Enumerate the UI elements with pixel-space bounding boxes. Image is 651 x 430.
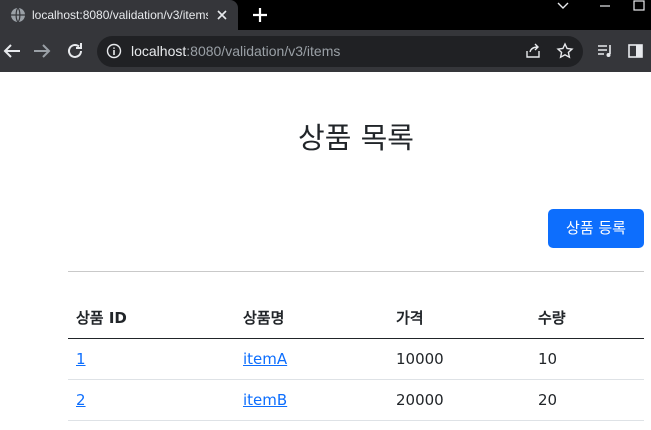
divider bbox=[68, 271, 644, 272]
close-icon[interactable] bbox=[214, 7, 230, 23]
column-header-quantity: 수량 bbox=[530, 297, 644, 339]
reading-list-icon[interactable] bbox=[596, 42, 614, 60]
item-id-link[interactable]: 2 bbox=[76, 391, 86, 409]
share-icon[interactable] bbox=[524, 42, 542, 60]
globe-icon bbox=[11, 7, 25, 23]
cell-quantity: 10 bbox=[530, 338, 644, 380]
add-item-button[interactable]: 상품 등록 bbox=[548, 209, 644, 248]
page-title: 상품 목록 bbox=[298, 121, 414, 155]
column-header-price: 가격 bbox=[388, 297, 530, 339]
cell-id: 2 bbox=[68, 379, 235, 421]
table-row: 2 itemB 20000 20 bbox=[68, 379, 644, 421]
maximize-icon[interactable] bbox=[632, 0, 646, 12]
reload-icon[interactable] bbox=[63, 39, 87, 63]
table-header-row: 상품 ID 상품명 가격 수량 bbox=[68, 297, 644, 339]
back-arrow-icon[interactable] bbox=[0, 39, 24, 63]
side-panel-icon[interactable] bbox=[627, 42, 645, 60]
items-table: 상품 ID 상품명 가격 수량 1 itemA 10000 10 2 itemB… bbox=[68, 297, 644, 421]
star-icon[interactable] bbox=[556, 42, 574, 60]
minimize-icon[interactable] bbox=[598, 0, 612, 12]
cell-name: itemB bbox=[235, 379, 388, 421]
url-text[interactable]: localhost:8080/validation/v3/items bbox=[131, 43, 340, 59]
tab-strip: localhost:8080/validation/v3/items bbox=[0, 0, 651, 30]
item-name-link[interactable]: itemB bbox=[243, 391, 287, 409]
url-path: :8080/validation/v3/items bbox=[186, 43, 341, 59]
plus-icon[interactable] bbox=[250, 5, 270, 25]
chevron-down-icon[interactable] bbox=[556, 0, 570, 12]
cell-name: itemA bbox=[235, 338, 388, 380]
column-header-name: 상품명 bbox=[235, 297, 388, 339]
info-icon[interactable] bbox=[106, 43, 122, 59]
cell-id: 1 bbox=[68, 338, 235, 380]
tab-title: localhost:8080/validation/v3/items bbox=[32, 8, 208, 22]
column-header-id: 상품 ID bbox=[68, 297, 235, 339]
item-id-link[interactable]: 1 bbox=[76, 350, 86, 368]
item-name-link[interactable]: itemA bbox=[243, 350, 287, 368]
table-row: 1 itemA 10000 10 bbox=[68, 338, 644, 380]
cell-price: 20000 bbox=[388, 379, 530, 421]
cell-price: 10000 bbox=[388, 338, 530, 380]
browser-tab[interactable]: localhost:8080/validation/v3/items bbox=[0, 0, 238, 30]
url-host: localhost bbox=[131, 43, 187, 59]
cell-quantity: 20 bbox=[530, 379, 644, 421]
forward-arrow-icon[interactable] bbox=[30, 39, 54, 63]
